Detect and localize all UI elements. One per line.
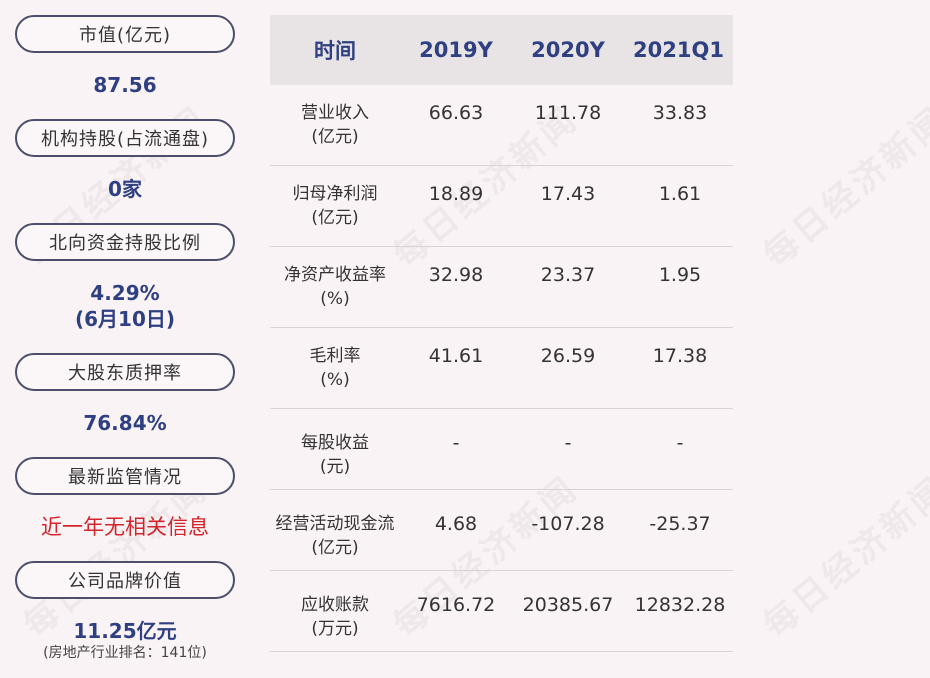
regulatory-status-value: 近一年无相关信息 — [41, 515, 209, 539]
cell-value: 1.95 — [658, 264, 702, 286]
table-row: 净资产收益率 (%) 32.98 23.37 1.95 — [270, 247, 733, 328]
cell-value: - — [676, 432, 684, 454]
cell-value: 20385.67 — [522, 594, 614, 616]
cell-value: 4.68 — [434, 513, 478, 535]
table-row: 应收账款 (万元) 7616.72 20385.67 12832.28 — [270, 571, 733, 652]
row-label: 营业收入 (亿元) — [301, 103, 369, 147]
market-cap-value: 87.56 — [93, 73, 157, 97]
cell-value: 1.61 — [658, 183, 702, 205]
table-row: 毛利率 (%) 41.61 26.59 17.38 — [270, 328, 733, 409]
cell-value: 41.61 — [428, 345, 484, 367]
cell-value: -25.37 — [649, 513, 711, 535]
row-label: 经营活动现金流 (亿元) — [275, 514, 395, 558]
pledge-ratio-label: 大股东质押率 — [15, 353, 235, 391]
table-row: 归母净利润 (亿元) 18.89 17.43 1.61 — [270, 166, 733, 247]
cell-value: 111.78 — [534, 102, 602, 124]
header-2021q1: 2021Q1 — [633, 38, 724, 62]
header-2019y: 2019Y — [419, 38, 493, 62]
header-time: 时间 — [314, 39, 356, 63]
northbound-holdings-label: 北向资金持股比例 — [15, 223, 235, 261]
table-row: 经营活动现金流 (亿元) 4.68 -107.28 -25.37 — [270, 490, 733, 571]
row-label: 每股收益 (元) — [301, 433, 369, 477]
cell-value: 17.38 — [652, 345, 708, 367]
brand-value-value: 11.25亿元 — [73, 619, 177, 643]
row-label: 归母净利润 (亿元) — [292, 184, 378, 228]
cell-value: 23.37 — [540, 264, 596, 286]
row-label: 毛利率 (%) — [309, 346, 361, 390]
cell-value: 12832.28 — [634, 594, 726, 616]
cell-value: -107.28 — [531, 513, 605, 535]
cell-value: 17.43 — [540, 183, 596, 205]
market-cap-label: 市值(亿元) — [15, 15, 235, 53]
row-label: 净资产收益率 (%) — [284, 265, 386, 309]
brand-value-label: 公司品牌价值 — [15, 561, 235, 599]
table-row: 每股收益 (元) - - - — [270, 409, 733, 490]
regulatory-status-label: 最新监管情况 — [15, 457, 235, 495]
header-2020y: 2020Y — [531, 38, 605, 62]
cell-value: 18.89 — [428, 183, 484, 205]
cell-value: 7616.72 — [416, 594, 496, 616]
cell-value: - — [564, 432, 572, 454]
row-label: 应收账款 (万元) — [301, 595, 369, 639]
table-row: 营业收入 (亿元) 66.63 111.78 33.83 — [270, 85, 733, 166]
watermark: 每日经济新闻 — [756, 98, 930, 276]
northbound-holdings-date: (6月10日) — [74, 307, 176, 331]
northbound-holdings-value: 4.29% — [90, 281, 160, 305]
cell-value: - — [452, 432, 460, 454]
table-header: 时间 2019Y 2020Y 2021Q1 — [270, 15, 733, 85]
watermark: 每日经济新闻 — [756, 468, 930, 646]
brand-value-rank: (房地产行业排名：141位) — [43, 645, 207, 661]
pledge-ratio-value: 76.84% — [83, 411, 167, 435]
institutional-holdings-value: 0家 — [108, 177, 142, 201]
cell-value: 32.98 — [428, 264, 484, 286]
cell-value: 26.59 — [540, 345, 596, 367]
page: 每日经济新闻 每日经济新闻 每日经济新闻 每日经济新闻 每日经济新闻 每日经济新… — [0, 0, 930, 678]
cell-value: 66.63 — [428, 102, 484, 124]
institutional-holdings-label: 机构持股(占流通盘) — [15, 119, 235, 157]
cell-value: 33.83 — [652, 102, 708, 124]
